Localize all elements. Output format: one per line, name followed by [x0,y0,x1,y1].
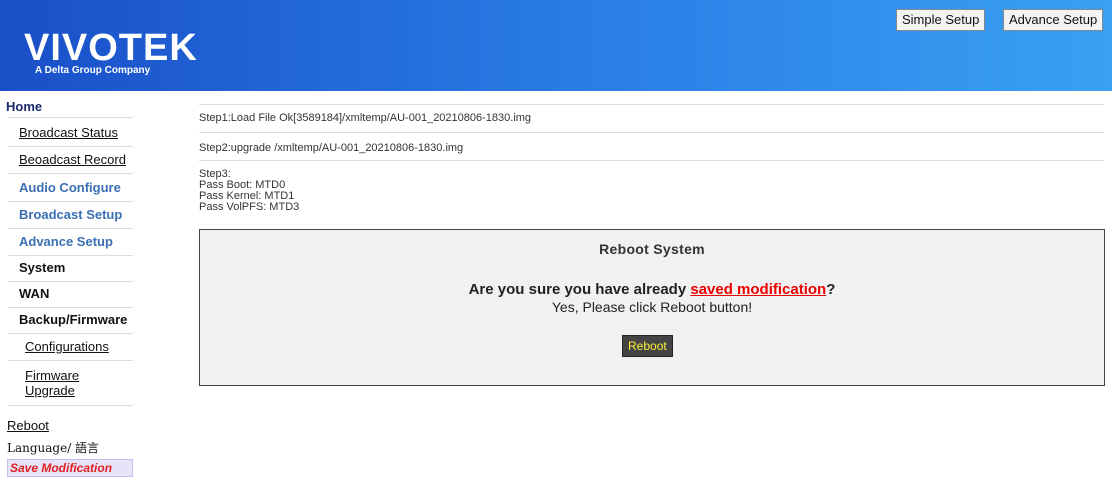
sidebar-item-advance-setup[interactable]: Advance Setup [8,229,133,256]
step2-text: Step2:upgrade /xmltemp/AU-001_20210806-1… [199,142,1104,161]
sidebar-item-backup-firmware[interactable]: Backup/Firmware [8,307,133,334]
sidebar-item-label-line2[interactable]: Upgrade [25,383,133,398]
language-selector[interactable]: Language/ 語言 [7,439,99,456]
save-modification-button[interactable]: Save Modification [7,459,133,477]
sidebar-item-broadcast-status[interactable]: Broadcast Status [8,120,133,147]
step3-volpfs: Pass VolPFS: MTD3 [199,201,300,213]
divider [199,104,1104,105]
reboot-question: Are you sure you have already saved modi… [200,281,1104,298]
sidebar-item-label[interactable]: Broadcast Status [19,125,118,140]
step3-block: Step3: Pass Boot: MTD0 Pass Kernel: MTD1… [199,169,299,213]
sidebar-item-label[interactable]: System [19,260,65,275]
sidebar-item-label[interactable]: Configurations [25,339,109,354]
question-suffix: ? [826,281,836,298]
sidebar-item-label[interactable]: Advance Setup [19,234,113,249]
sidebar-item-label-line1[interactable]: Firmware [25,368,133,383]
sidebar-item-wan[interactable]: WAN [8,281,133,308]
reboot-button[interactable]: Reboot [622,335,673,357]
reboot-panel-title: Reboot System [599,241,705,257]
vivotek-logo: VIVOTEK [24,27,198,69]
page-header: VIVOTEK A Delta Group Company Simple Set… [0,0,1112,91]
sidebar-item-label[interactable]: WAN [19,286,49,301]
sidebar-item-broadcast-setup[interactable]: Broadcast Setup [8,202,133,229]
sidebar-item-label[interactable]: Broadcast Setup [19,207,122,222]
sidebar-item-broadcast-record[interactable]: Beoadcast Record [8,147,133,174]
step1-text: Step1:Load File Ok[3589184]/xmltemp/AU-0… [199,112,1104,133]
sidebar-item-label[interactable]: Beoadcast Record [19,152,126,167]
reboot-instruction: Yes, Please click Reboot button! [551,299,753,315]
sidebar-item-system[interactable]: System [8,255,133,282]
sidebar-home[interactable]: Home [6,99,42,114]
logo-tagline: A Delta Group Company [35,65,151,76]
sidebar-item-label[interactable]: Audio Configure [19,180,121,195]
question-prefix: Are you sure you have already [468,281,691,298]
sidebar-item-firmware-upgrade[interactable]: Firmware Upgrade [8,362,133,406]
simple-setup-button[interactable]: Simple Setup [896,9,986,31]
sidebar-item-configurations[interactable]: Configurations [8,334,133,361]
divider [8,117,133,118]
sidebar-item-label[interactable]: Backup/Firmware [19,312,127,327]
saved-modification-link[interactable]: saved modification [690,281,826,298]
advance-setup-button[interactable]: Advance Setup [1003,9,1104,31]
sidebar-item-audio-configure[interactable]: Audio Configure [8,175,133,202]
sidebar-reboot-link[interactable]: Reboot [7,418,49,433]
reboot-system-panel: Reboot System Are you sure you have alre… [199,229,1105,386]
